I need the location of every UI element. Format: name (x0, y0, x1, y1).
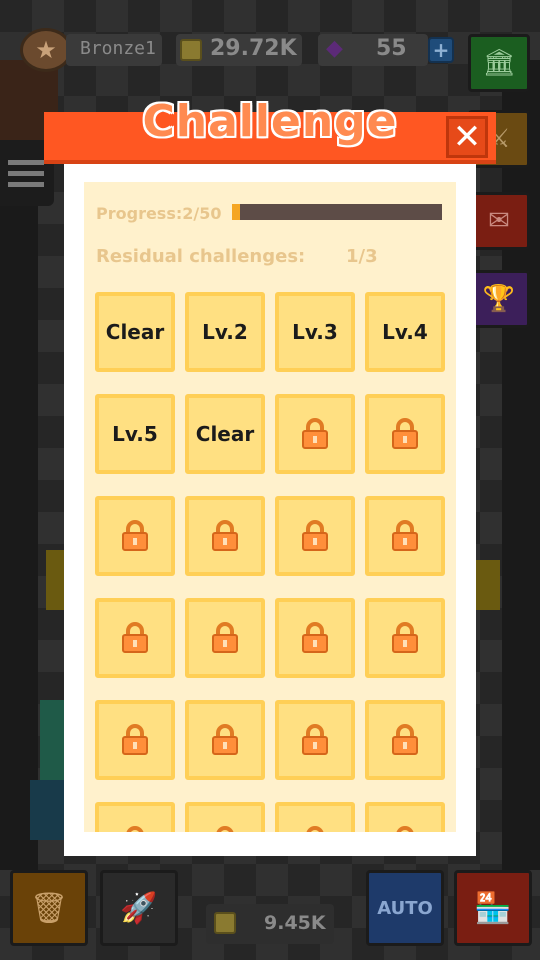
level-cell[interactable]: Clear (95, 292, 175, 372)
lock-icon (306, 826, 324, 832)
locked-level-cell[interactable] (95, 598, 175, 678)
lock-icon (212, 622, 238, 653)
locked-level-cell[interactable] (185, 802, 265, 832)
challenge-panel: Progress:2/50 Residual challenges: 1/3 C… (84, 182, 456, 832)
locked-level-cell[interactable] (275, 496, 355, 576)
locked-level-cell[interactable] (365, 700, 445, 780)
locked-level-cell[interactable] (185, 700, 265, 780)
bank-icon[interactable]: 🏛 (468, 34, 530, 92)
locked-level-cell[interactable] (275, 700, 355, 780)
locked-level-cell[interactable] (365, 394, 445, 474)
lock-icon (392, 418, 418, 449)
top-hud: ★ Bronze1 29.72K ◆ 55 + (0, 0, 540, 100)
trash-icon[interactable]: 🗑 (10, 870, 88, 946)
shop-icon[interactable]: 🏪 (454, 870, 532, 946)
locked-level-cell[interactable] (365, 496, 445, 576)
gold-coin-icon (180, 39, 202, 61)
locked-level-cell[interactable] (275, 598, 355, 678)
lock-icon (126, 826, 144, 832)
lock-icon (392, 520, 418, 551)
locked-level-cell[interactable] (275, 394, 355, 474)
locked-level-cell[interactable] (365, 598, 445, 678)
lock-icon (392, 622, 418, 653)
income-coin-icon (214, 912, 236, 934)
lock-icon (122, 520, 148, 551)
level-cell[interactable]: Lv.2 (185, 292, 265, 372)
locked-level-cell[interactable] (95, 802, 175, 832)
rank-label: Bronze1 (80, 38, 156, 59)
close-button[interactable]: ✕ (446, 116, 488, 158)
lock-icon (122, 724, 148, 755)
lock-icon (216, 826, 234, 832)
level-grid: Clear Lv.2 Lv.3 Lv.4 Lv.5 Clear (95, 292, 445, 832)
rank-star-icon[interactable]: ★ (20, 28, 72, 72)
level-cell[interactable]: Lv.3 (275, 292, 355, 372)
rocket-icon[interactable]: 🚀 (100, 870, 178, 946)
lock-icon (122, 622, 148, 653)
mail-icon[interactable]: ✉ (468, 192, 530, 250)
progress-bar (232, 204, 442, 220)
locked-level-cell[interactable] (365, 802, 445, 832)
game-block (30, 780, 64, 840)
lock-icon (392, 724, 418, 755)
progress-fill (232, 204, 241, 220)
lock-icon (212, 724, 238, 755)
menu-bar (8, 181, 44, 187)
income-value: 9.45K (264, 912, 326, 934)
menu-bar (8, 170, 44, 176)
lock-icon (302, 520, 328, 551)
lock-icon (302, 724, 328, 755)
game-lane-right (502, 60, 540, 870)
gem-value: 55 (376, 36, 407, 61)
level-cell-label: Clear (105, 320, 165, 344)
locked-level-cell[interactable] (275, 802, 355, 832)
lock-icon (212, 520, 238, 551)
level-cell[interactable]: Clear (185, 394, 265, 474)
auto-button[interactable]: AUTO (366, 870, 444, 946)
level-cell-label: Lv.4 (382, 320, 428, 344)
locked-level-cell[interactable] (95, 700, 175, 780)
lock-icon (302, 622, 328, 653)
level-cell-label: Lv.2 (202, 320, 248, 344)
residual-challenges-value: 1/3 (346, 246, 378, 267)
level-cell-label: Clear (195, 422, 255, 446)
level-cell[interactable]: Lv.4 (365, 292, 445, 372)
lock-icon (396, 826, 414, 832)
menu-bar (8, 159, 44, 165)
residual-challenges-label: Residual challenges: (96, 246, 306, 267)
level-cell-label: Lv.3 (292, 320, 338, 344)
lock-icon (302, 418, 328, 449)
modal-title: Challenge (142, 96, 398, 147)
level-cell-label: Lv.5 (112, 422, 158, 446)
progress-label: Progress:2/50 (96, 204, 222, 223)
locked-level-cell[interactable] (95, 496, 175, 576)
locked-level-cell[interactable] (185, 496, 265, 576)
locked-level-cell[interactable] (185, 598, 265, 678)
trophy-icon[interactable]: 🏆 (468, 270, 530, 328)
gem-icon: ◆ (326, 36, 343, 61)
level-cell[interactable]: Lv.5 (95, 394, 175, 474)
gold-value: 29.72K (210, 36, 297, 61)
add-gems-button[interactable]: + (428, 37, 454, 63)
